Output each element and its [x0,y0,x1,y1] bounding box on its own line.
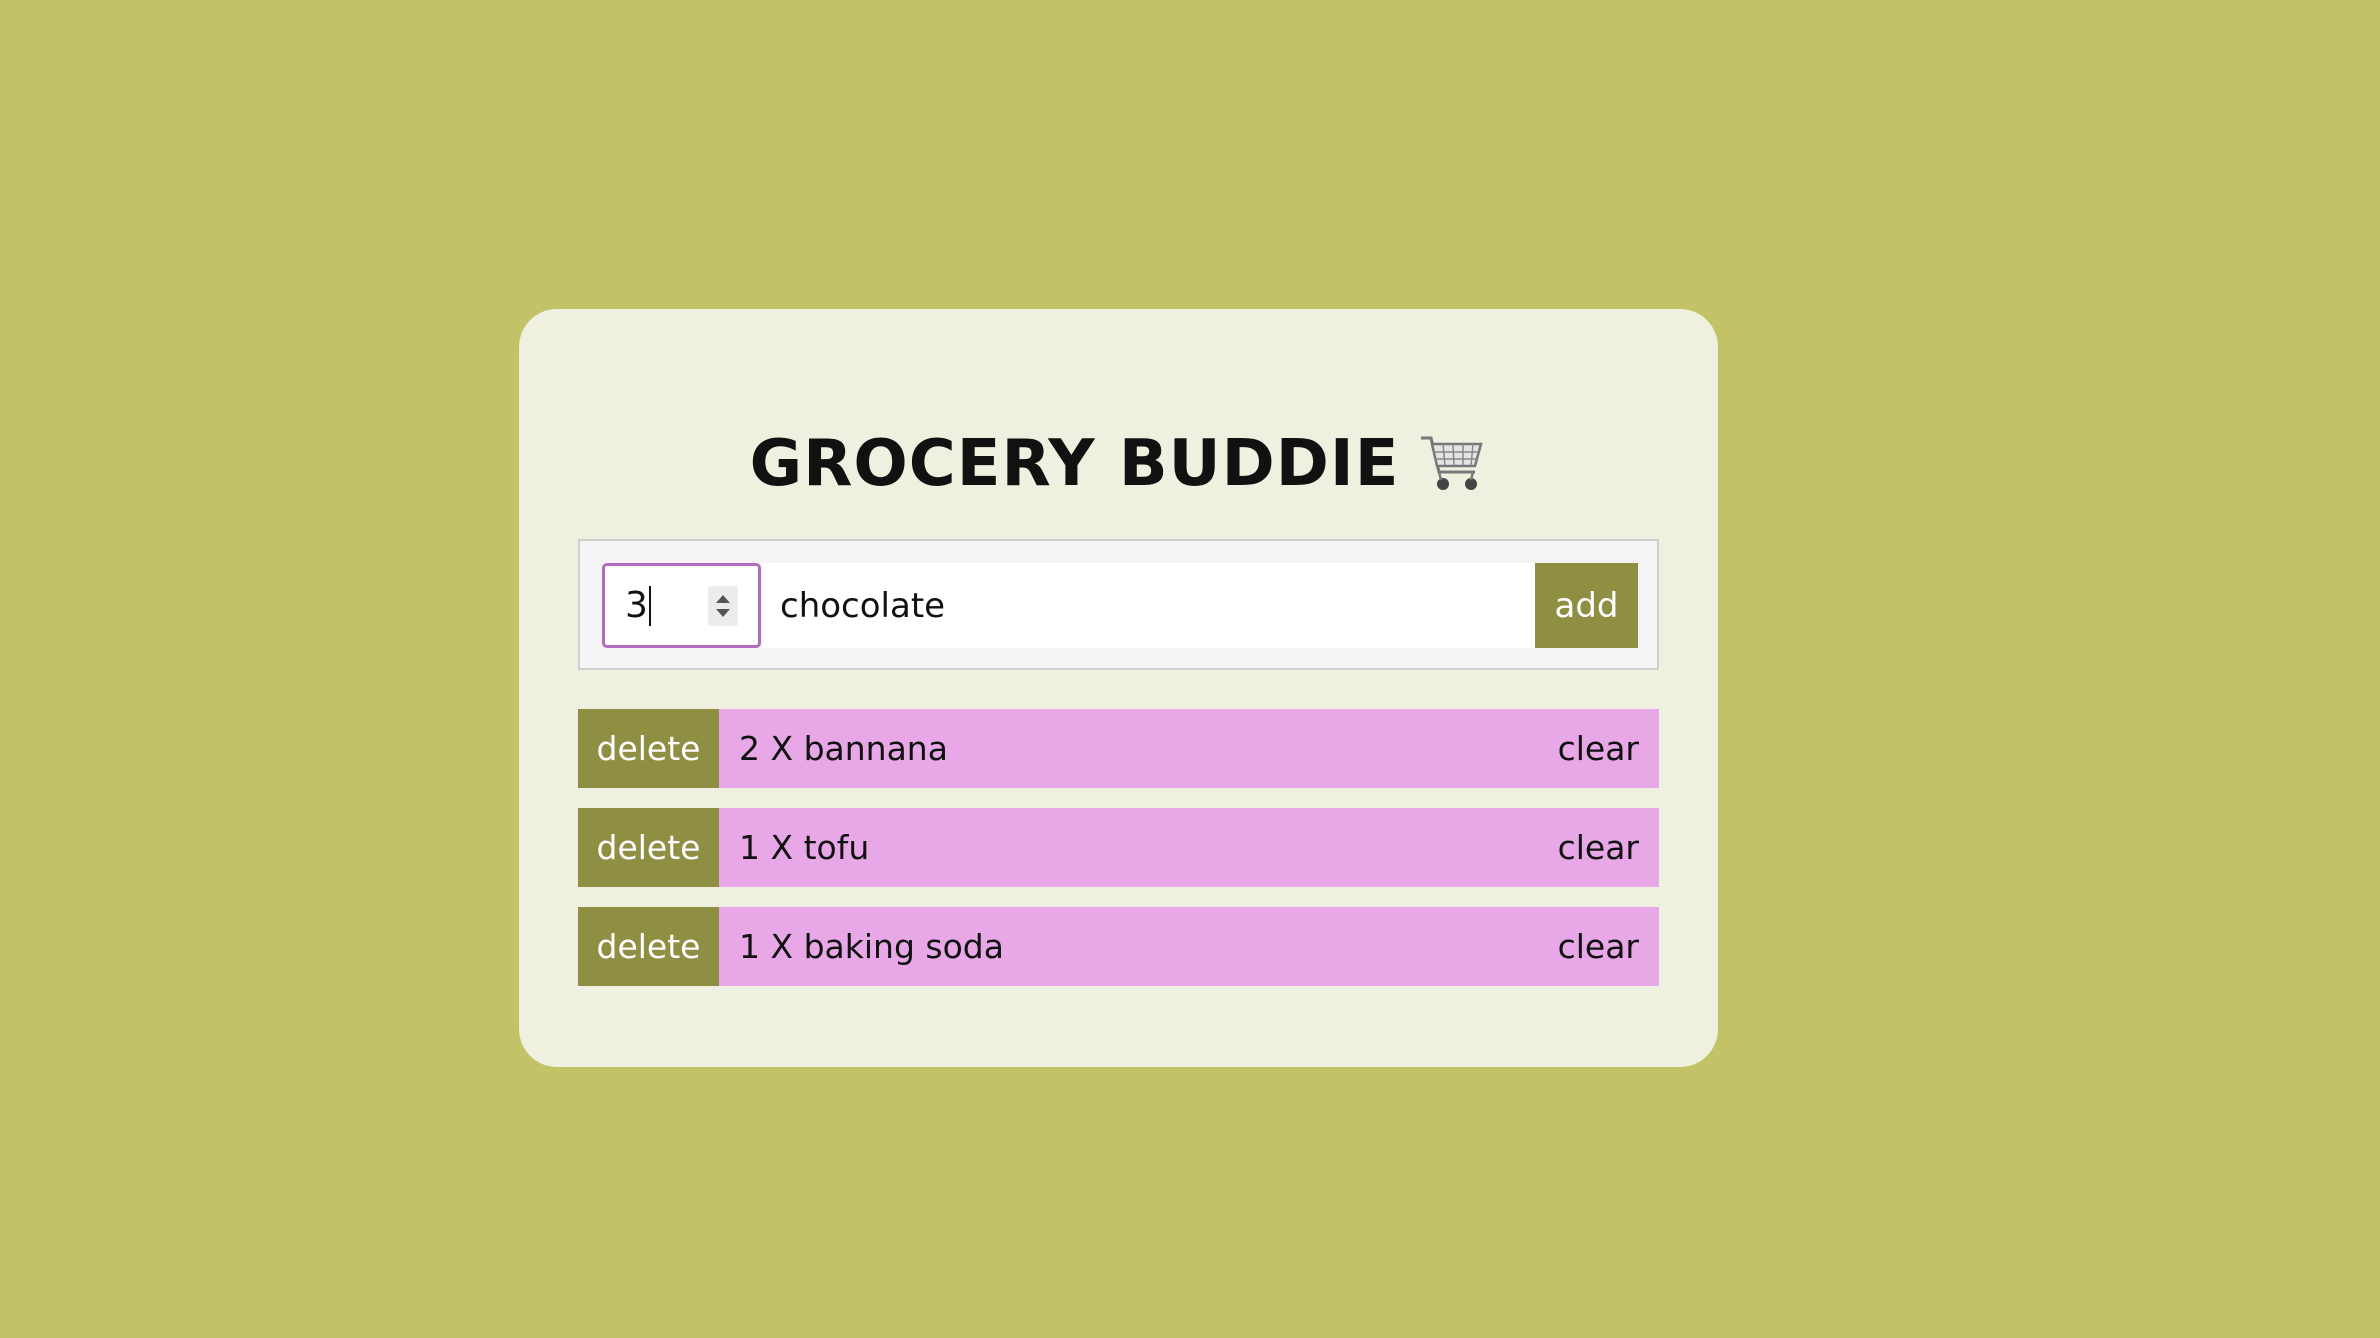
grocery-list: delete 2 X bannana clear delete 1 X tofu… [578,709,1659,1006]
add-button[interactable]: add [1535,563,1638,648]
page-title-text: GROCERY BUDDIE [749,427,1400,501]
delete-button[interactable]: delete [578,808,719,887]
delete-button[interactable]: delete [578,709,719,788]
item-name-input[interactable]: chocolate [762,563,1536,648]
page-title: GROCERY BUDDIE [519,409,1718,519]
list-item: delete 1 X baking soda clear [578,907,1659,986]
delete-button[interactable]: delete [578,907,719,986]
increment-arrow-icon[interactable] [716,595,730,603]
clear-button[interactable]: clear [1558,927,1639,966]
shopping-cart-icon [1417,428,1487,500]
list-item-text: 1 X baking soda [739,927,1004,966]
stepper-arrows[interactable] [708,586,738,626]
list-item-text: 1 X tofu [739,828,870,867]
list-item-text: 2 X bannana [739,729,948,768]
quantity-stepper[interactable]: 3 [602,563,761,648]
list-item: delete 2 X bannana clear [578,709,1659,788]
quantity-value: 3 [625,585,648,626]
add-item-form: 3 chocolate add [578,539,1659,670]
clear-button[interactable]: clear [1558,828,1639,867]
decrement-arrow-icon[interactable] [716,609,730,617]
grocery-card: GROCERY BUDDIE 3 chocolate add delete 2 … [519,309,1718,1067]
clear-button[interactable]: clear [1558,729,1639,768]
list-item: delete 1 X tofu clear [578,808,1659,887]
text-caret [648,585,651,626]
